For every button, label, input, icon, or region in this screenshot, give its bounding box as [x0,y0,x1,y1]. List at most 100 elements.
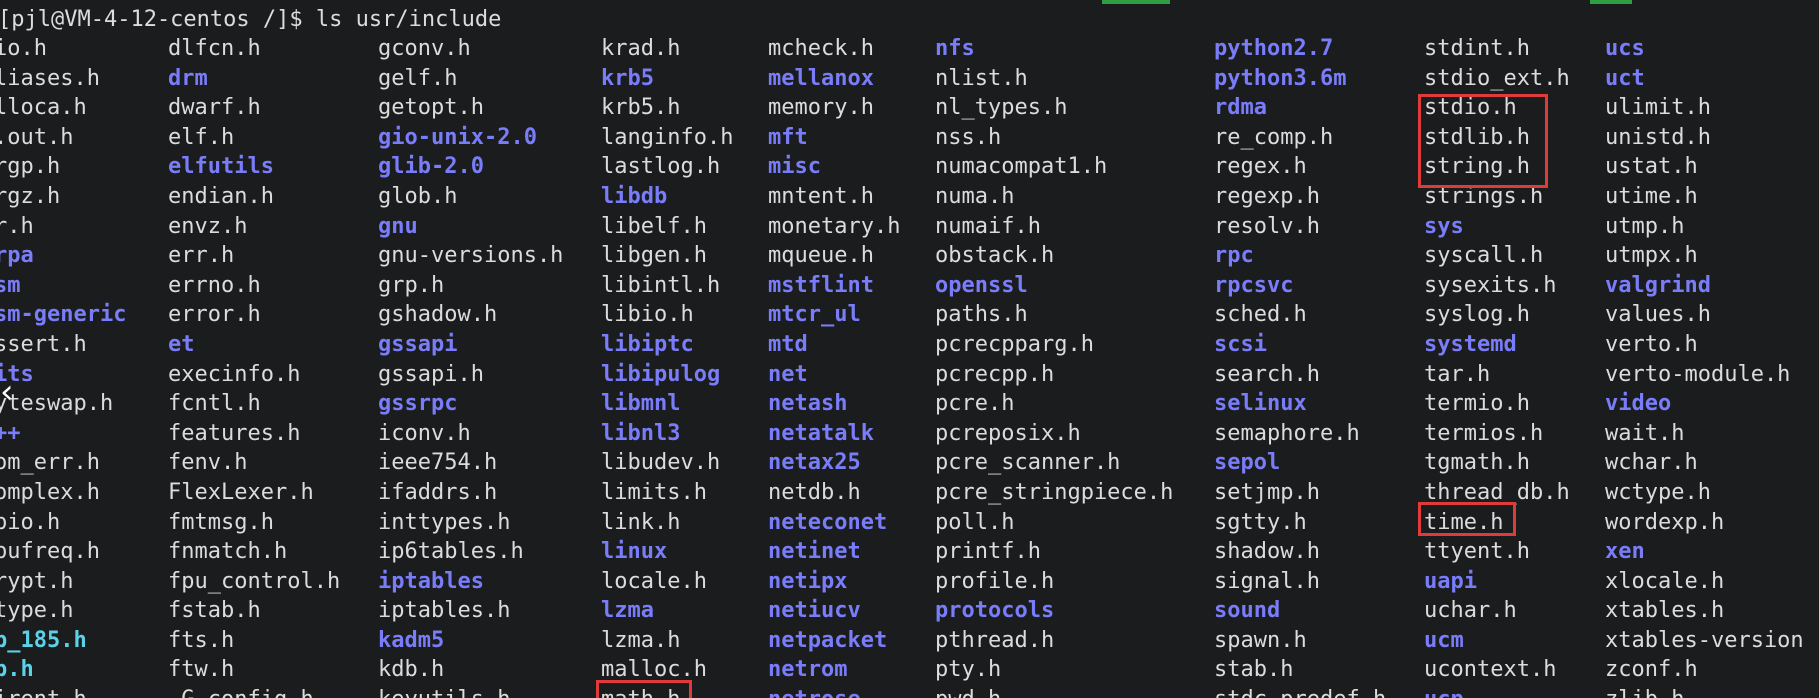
file-entry: endian.h [168,183,274,209]
file-entry: link.h [601,509,681,535]
file-entry: ucontext.h [1424,657,1557,683]
directory-entry: valgrind [1605,272,1711,298]
file-entry: krad.h [601,36,681,61]
file-entry: fstab.h [168,598,261,624]
file-entry: stdint.h [1424,36,1530,61]
directory-entry: libiptc [601,331,694,357]
directory-entry: rpc [1214,243,1254,269]
file-entry: om_err.h [0,450,100,476]
file-entry: execinfo.h [168,361,301,387]
directory-entry: mft [768,124,808,150]
file-entry: wordexp.h [1605,509,1725,535]
directory-entry: netinet [768,539,861,565]
listing-column-1: io.h liases.h lloca.h .out.h rgp.h rgz.h r.h rp… [0,34,126,698]
listing-column-3: gconv.h gelf.h getopt.h gio-unix-2.0 glib-2.… [378,34,563,698]
file-entry: libudev.h [601,450,721,476]
terminal-window[interactable]: [pjl@VM-4-12-centos /]$ ls usr/include i… [0,0,1819,698]
directory-entry: systemd [1424,331,1517,357]
file-entry: rgp.h [0,154,61,180]
file-entry: numacompat1.h [935,154,1108,180]
directory-entry: glib-2.0 [378,154,484,180]
directory-entry: netatalk [768,420,874,446]
file-entry: syscall.h [1424,243,1544,269]
directory-entry: mtd [768,331,808,357]
directory-entry: net [768,361,808,387]
directory-entry: iptables [378,568,484,594]
file-entry: pufreq.h [0,539,100,565]
directory-entry: netrose [768,685,900,698]
directory-entry: selinux [1214,391,1307,417]
directory-entry: neteconet [768,509,888,535]
file-entry: utime.h [1605,183,1698,209]
file-entry: omplex.h [0,479,100,505]
file-entry: numa.h [935,183,1015,209]
file-entry: elf.h [168,124,235,150]
file-entry: fmtmsg.h [168,509,274,535]
directory-entry: libipulog [601,361,721,387]
file-entry: shadow.h [1214,539,1320,565]
directory-entry: gnu [378,213,418,239]
directory-entry: netash [768,391,848,417]
file-entry: termio.h [1424,391,1530,417]
file-entry: utmpx.h [1605,243,1698,269]
file-entry: limits.h [601,479,707,505]
file-entry: FlexLexer.h [168,479,314,505]
directory-entry: nfs [935,36,975,61]
file-entry: ftw.h [168,657,235,683]
listing-column-4: krad.h krb5 krb5.h langinfo.h lastlog.h libdb… [601,34,733,698]
file-entry: r.h [0,213,34,239]
directory-entry: uct [1605,65,1645,91]
directory-entry: python3.6m [1214,65,1347,91]
file-entry: dlfcn.h [168,36,261,61]
file-entry: unistd.h [1605,124,1711,150]
file-entry: wchar.h [1605,450,1698,476]
file-entry: ulimit.h [1605,95,1711,121]
chevron-left-icon[interactable]: ‹ [0,372,28,412]
file-entry: wctype.h [1605,479,1711,505]
file-entry: error.h [168,302,261,328]
directory-entry: drm [168,65,208,91]
listing-column-5: mcheck.h mellanox memory.h mft misc mntent.h m… [768,34,900,698]
file-entry: numaif.h [935,213,1041,239]
file-entry: mqueue.h [768,243,874,269]
file-entry: xtables.h [1605,598,1725,624]
file-entry: values.h [1605,302,1711,328]
status-indicator-1 [1102,0,1170,4]
file-entry: thread_db.h [1424,479,1570,505]
file-entry: poll.h [935,509,1015,535]
file-entry: xlocale.h [1605,568,1725,594]
directory-entry: protocols [935,598,1055,624]
file-entry: err.h [168,243,235,269]
directory-entry: netax25 [768,450,861,476]
file-entry: uchar.h [1424,598,1517,624]
file-entry: _G_config.h [168,685,340,698]
file-entry: inttypes.h [378,509,511,535]
file-entry: pwd.h [935,685,1173,698]
directory-entry: gio-unix-2.0 [378,124,537,150]
file-entry: regex.h [1214,154,1307,180]
directory-entry: rpa [0,243,34,269]
directory-entry: sys [1424,213,1464,239]
status-indicator-2 [1590,0,1632,4]
file-entry: zlib.h [1605,685,1804,698]
file-entry: libelf.h [601,213,707,239]
file-entry: pio.h [0,509,61,535]
directory-entry: libnl3 [601,420,681,446]
directory-entry: mstflint [768,272,874,298]
file-entry: gshadow.h [378,302,498,328]
file-entry: glob.h [378,183,458,209]
directory-entry: scsi [1214,331,1267,357]
file-entry: lzma.h [601,627,681,653]
file-entry: stdio_ext.h [1424,65,1570,91]
directory-entry: rpcsvc [1214,272,1294,298]
file-entry: io.h [0,36,47,61]
file-entry: profile.h [935,568,1055,594]
file-entry: type.h [0,598,74,624]
file-entry: stdio.h [1424,95,1517,121]
file-entry: pty.h [935,657,1002,683]
file-entry: libgen.h [601,243,707,269]
file-entry: rypt.h [0,568,74,594]
file-entry: malloc.h [601,657,707,683]
file-entry: sched.h [1214,302,1307,328]
file-entry: termios.h [1424,420,1544,446]
